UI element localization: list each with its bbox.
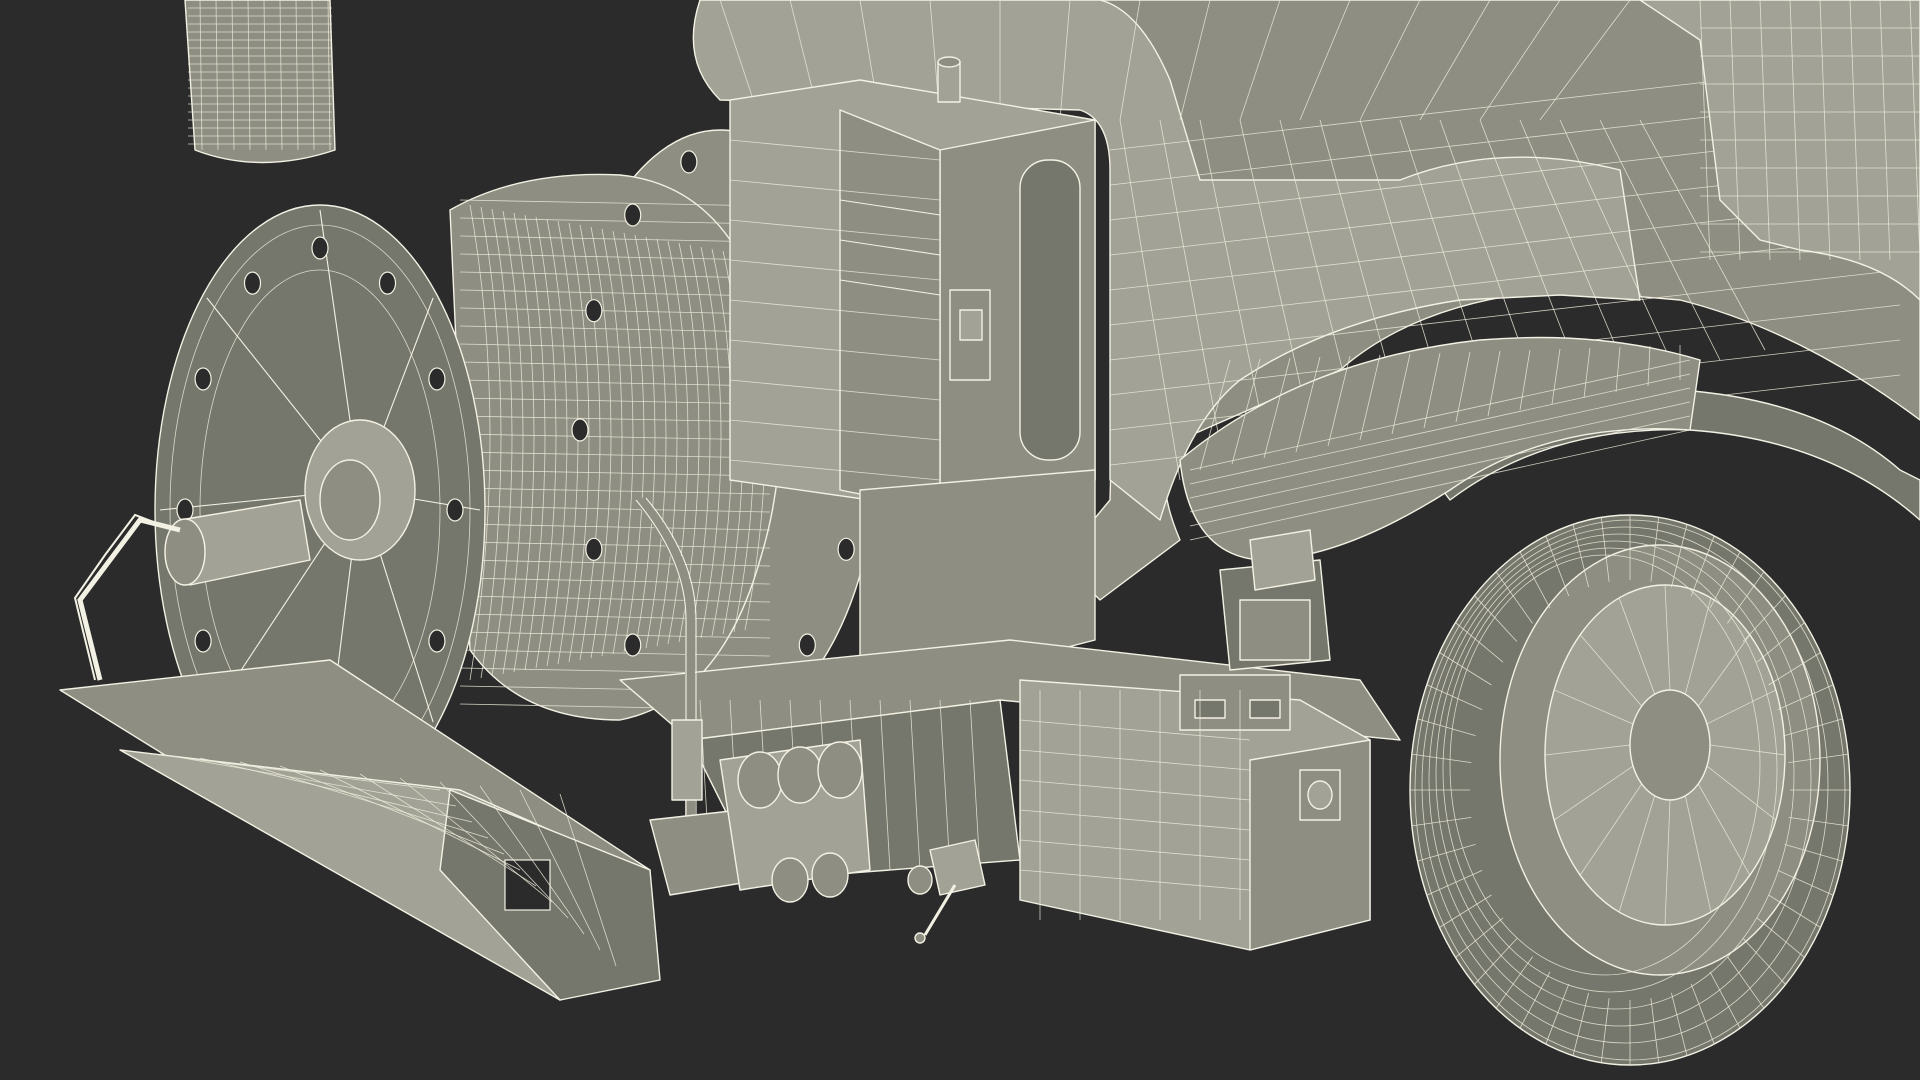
flange-hole [624, 633, 642, 657]
flange-hole [243, 271, 262, 295]
battery-box [1019, 674, 1371, 951]
flange-hole [680, 150, 698, 174]
flange-hole [585, 537, 603, 561]
flange-hole [624, 203, 642, 227]
render-viewport [0, 0, 1920, 1080]
duct-pipe [184, 0, 336, 164]
flange-hole [194, 629, 212, 653]
flange-hole [798, 633, 816, 657]
flange-hole [428, 629, 446, 653]
flange-hole [194, 367, 212, 391]
wheel [1409, 514, 1851, 1066]
flange-hole [571, 418, 589, 442]
flange-hole [446, 498, 464, 522]
wireframe-render [59, 0, 1920, 1066]
flange-hole [585, 299, 603, 323]
flange-hole [311, 236, 329, 260]
flange-hole [378, 271, 397, 295]
flange-hole [837, 537, 855, 561]
flange-hole [428, 367, 446, 391]
